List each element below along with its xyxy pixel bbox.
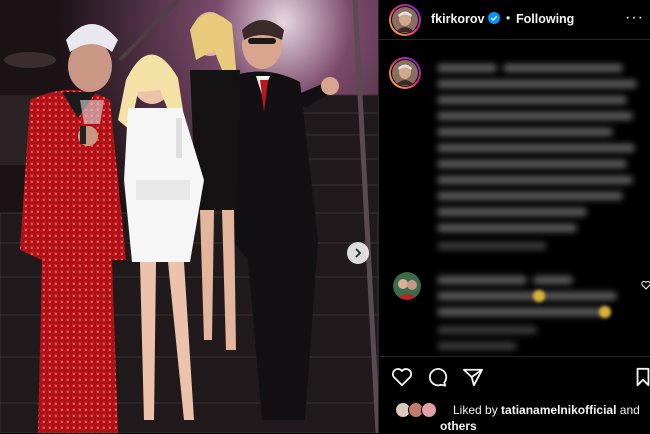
caption-line xyxy=(437,128,613,136)
post-photo[interactable] xyxy=(0,0,378,433)
comment-line xyxy=(437,276,527,284)
caption-line xyxy=(437,96,627,104)
caption-meta xyxy=(437,242,547,250)
share-icon[interactable] xyxy=(462,367,484,387)
action-bar xyxy=(379,356,650,396)
emoji xyxy=(599,306,611,318)
comment-meta xyxy=(437,326,537,334)
caption-avatar[interactable] xyxy=(391,59,419,87)
caption-line xyxy=(437,112,633,120)
caption-line xyxy=(437,160,627,168)
caption-line xyxy=(437,208,587,216)
comment-like-icon[interactable] xyxy=(641,280,650,290)
caption-line xyxy=(437,176,633,184)
caption-line xyxy=(437,144,635,152)
bookmark-icon[interactable] xyxy=(635,367,650,387)
chevron-right-icon xyxy=(355,248,362,258)
caption-line xyxy=(437,192,623,200)
liker-avatar[interactable] xyxy=(421,402,437,418)
heart-icon[interactable] xyxy=(391,367,413,387)
stage-photo xyxy=(0,0,378,433)
comment-line xyxy=(437,292,617,300)
avatar-image xyxy=(392,7,418,33)
more-options-icon[interactable]: ··· xyxy=(625,9,644,27)
post-side-panel: fkirkorov • Following ··· Liked by tatia… xyxy=(378,0,650,433)
following-button[interactable]: Following xyxy=(516,12,574,26)
liked-by-line: Liked by tatianamelnikofficial and xyxy=(453,402,640,418)
comment-icon[interactable] xyxy=(426,367,448,387)
caption-line xyxy=(437,64,497,72)
avatar[interactable] xyxy=(391,6,419,34)
verified-badge-icon xyxy=(488,12,500,24)
comment-avatar[interactable] xyxy=(393,272,421,300)
comment-line xyxy=(533,276,573,284)
caption-line xyxy=(437,224,577,232)
comment-avatar-image xyxy=(393,272,421,300)
liked-by-user[interactable]: tatianamelnikofficial xyxy=(501,403,616,417)
comment-meta xyxy=(437,342,517,350)
next-photo-button[interactable] xyxy=(347,242,369,264)
emoji xyxy=(533,290,545,302)
username[interactable]: fkirkorov xyxy=(431,12,485,26)
separator-dot: • xyxy=(506,11,511,25)
liked-by-others[interactable]: others xyxy=(440,418,477,434)
liked-by-and: and xyxy=(619,403,640,417)
caption-line xyxy=(503,64,623,72)
comment-line xyxy=(437,308,607,316)
liked-by-prefix: Liked by xyxy=(453,403,498,417)
post-header: fkirkorov • Following ··· xyxy=(379,0,650,40)
caption-line xyxy=(437,80,637,88)
caption-avatar-image xyxy=(392,60,418,86)
